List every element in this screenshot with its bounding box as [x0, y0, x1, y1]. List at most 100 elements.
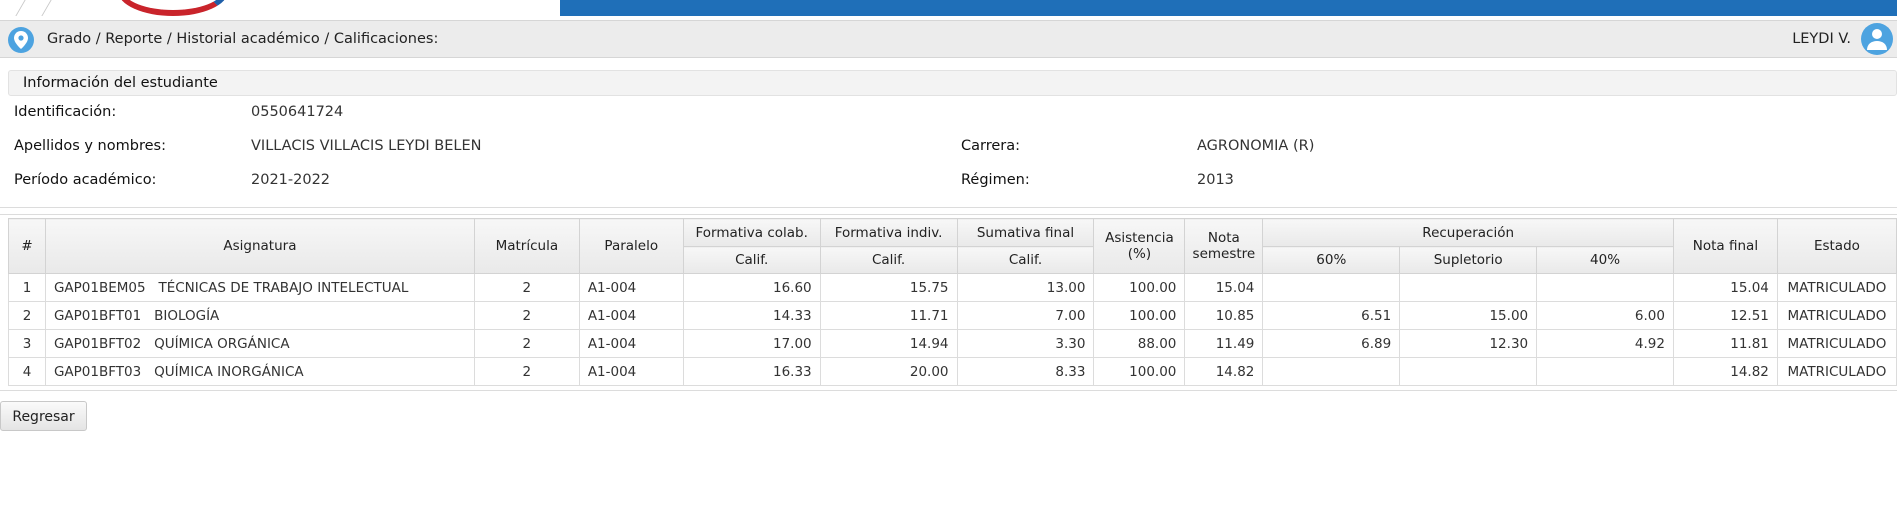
divider	[0, 214, 1897, 215]
cell-asistencia: 88.00	[1093, 329, 1186, 358]
carrera-value: AGRONOMIA (R)	[1197, 138, 1315, 154]
col-asistencia: Asistencia (%)	[1093, 218, 1186, 274]
breadcrumb-bar: Grado / Reporte / Historial académico / …	[0, 20, 1897, 58]
location-pin-icon	[8, 27, 34, 53]
nombres-value: VILLACIS VILLACIS LEYDI BELEN	[251, 138, 482, 154]
cell-form-colab: 16.60	[682, 273, 821, 302]
cell-form-colab: 16.33	[682, 357, 821, 386]
breadcrumb: Grado / Reporte / Historial académico / …	[47, 31, 439, 47]
col-40: 40%	[1536, 246, 1674, 274]
cell-nota-semestre: 15.04	[1184, 273, 1264, 302]
cell-40	[1536, 357, 1674, 386]
cell-estado: MATRICULADO	[1776, 301, 1897, 330]
cell-form-colab: 14.33	[682, 301, 821, 330]
cell-form-indiv: 20.00	[819, 357, 958, 386]
top-banner	[0, 0, 1897, 16]
cell-form-colab: 17.00	[682, 329, 821, 358]
student-info-header: Información del estudiante	[8, 70, 1897, 96]
cell-form-indiv: 15.75	[819, 273, 958, 302]
cell-num: 2	[8, 301, 46, 330]
col-num: #	[8, 218, 46, 274]
cell-supletorio	[1399, 357, 1538, 386]
cell-supletorio	[1399, 273, 1538, 302]
table-row: 2 GAP01BFT01 BIOLOGÍA 2 A1-004 14.33 11.…	[8, 301, 1897, 330]
cell-estado: MATRICULADO	[1776, 273, 1897, 302]
col-estado: Estado	[1776, 218, 1897, 274]
col-formativa-colab: Formativa colab.	[682, 218, 821, 247]
table-row: 1 GAP01BEM05 TÉCNICAS DE TRABAJO INTELEC…	[8, 273, 1897, 302]
col-sumativa-final: Sumativa final	[956, 218, 1095, 247]
cell-nota-semestre: 14.82	[1184, 357, 1264, 386]
identificacion-value: 0550641724	[251, 104, 344, 120]
grades-table: # Asignatura Matrícula Paralelo Formativ…	[8, 218, 1897, 386]
col-calif: Calif.	[956, 246, 1095, 274]
cell-nota-semestre: 10.85	[1184, 301, 1264, 330]
banner-stripe	[560, 0, 1897, 16]
nombres-label: Apellidos y nombres:	[14, 138, 166, 154]
cell-num: 4	[8, 357, 46, 386]
cell-60: 6.51	[1262, 301, 1401, 330]
cell-asistencia: 100.00	[1093, 273, 1186, 302]
regimen-value: 2013	[1197, 172, 1234, 188]
cell-asignatura: GAP01BFT02 QUÍMICA ORGÁNICA	[44, 329, 475, 358]
cell-paralelo: A1-004	[578, 301, 684, 330]
cell-supletorio: 12.30	[1399, 329, 1538, 358]
cell-matricula: 2	[473, 273, 580, 302]
section-title: Información del estudiante	[23, 75, 218, 91]
cell-nota-final: 11.81	[1672, 329, 1778, 358]
cell-form-indiv: 11.71	[819, 301, 958, 330]
cell-num: 3	[8, 329, 46, 358]
cell-40: 6.00	[1536, 301, 1674, 330]
divider	[0, 390, 1897, 391]
cell-sumativa: 7.00	[956, 301, 1095, 330]
cell-40	[1536, 273, 1674, 302]
col-formativa-indiv: Formativa indiv.	[819, 218, 958, 247]
table-row: 4 GAP01BFT03 QUÍMICA INORGÁNICA 2 A1-004…	[8, 357, 1897, 386]
cell-nota-final: 15.04	[1672, 273, 1778, 302]
col-60: 60%	[1262, 246, 1401, 274]
cell-nota-semestre: 11.49	[1184, 329, 1264, 358]
cell-asignatura: GAP01BFT01 BIOLOGÍA	[44, 301, 475, 330]
back-button[interactable]: Regresar	[0, 401, 87, 431]
cell-sumativa: 13.00	[956, 273, 1095, 302]
user-avatar-icon[interactable]	[1861, 23, 1893, 55]
col-calif: Calif.	[682, 246, 821, 274]
col-supletorio: Supletorio	[1399, 246, 1538, 274]
cell-estado: MATRICULADO	[1776, 357, 1897, 386]
cell-60: 6.89	[1262, 329, 1401, 358]
periodo-value: 2021-2022	[251, 172, 331, 188]
cell-asignatura: GAP01BFT03 QUÍMICA INORGÁNICA	[44, 357, 475, 386]
col-nota-semestre: Nota semestre	[1184, 218, 1264, 274]
cell-40: 4.92	[1536, 329, 1674, 358]
col-recuperacion: Recuperación	[1262, 218, 1674, 247]
regimen-label: Régimen:	[961, 172, 1030, 188]
cell-matricula: 2	[473, 357, 580, 386]
col-nota-final: Nota final	[1672, 218, 1778, 274]
divider	[0, 207, 1897, 208]
cell-paralelo: A1-004	[578, 329, 684, 358]
table-row: 3 GAP01BFT02 QUÍMICA ORGÁNICA 2 A1-004 1…	[8, 329, 1897, 358]
cell-sumativa: 8.33	[956, 357, 1095, 386]
cell-paralelo: A1-004	[578, 357, 684, 386]
cell-60	[1262, 357, 1401, 386]
cell-supletorio: 15.00	[1399, 301, 1538, 330]
cell-estado: MATRICULADO	[1776, 329, 1897, 358]
periodo-label: Período académico:	[14, 172, 157, 188]
cell-paralelo: A1-004	[578, 273, 684, 302]
cell-sumativa: 3.30	[956, 329, 1095, 358]
institution-logo	[118, 0, 228, 16]
col-calif: Calif.	[819, 246, 958, 274]
col-asignatura: Asignatura	[44, 218, 475, 274]
cell-num: 1	[8, 273, 46, 302]
user-name[interactable]: LEYDI V.	[1792, 31, 1851, 47]
col-paralelo: Paralelo	[578, 218, 684, 274]
identificacion-label: Identificación:	[14, 104, 117, 120]
cell-matricula: 2	[473, 301, 580, 330]
cell-asignatura: GAP01BEM05 TÉCNICAS DE TRABAJO INTELECTU…	[44, 273, 475, 302]
col-matricula: Matrícula	[473, 218, 580, 274]
cell-form-indiv: 14.94	[819, 329, 958, 358]
carrera-label: Carrera:	[961, 138, 1021, 154]
cell-asistencia: 100.00	[1093, 357, 1186, 386]
cell-asistencia: 100.00	[1093, 301, 1186, 330]
cell-matricula: 2	[473, 329, 580, 358]
